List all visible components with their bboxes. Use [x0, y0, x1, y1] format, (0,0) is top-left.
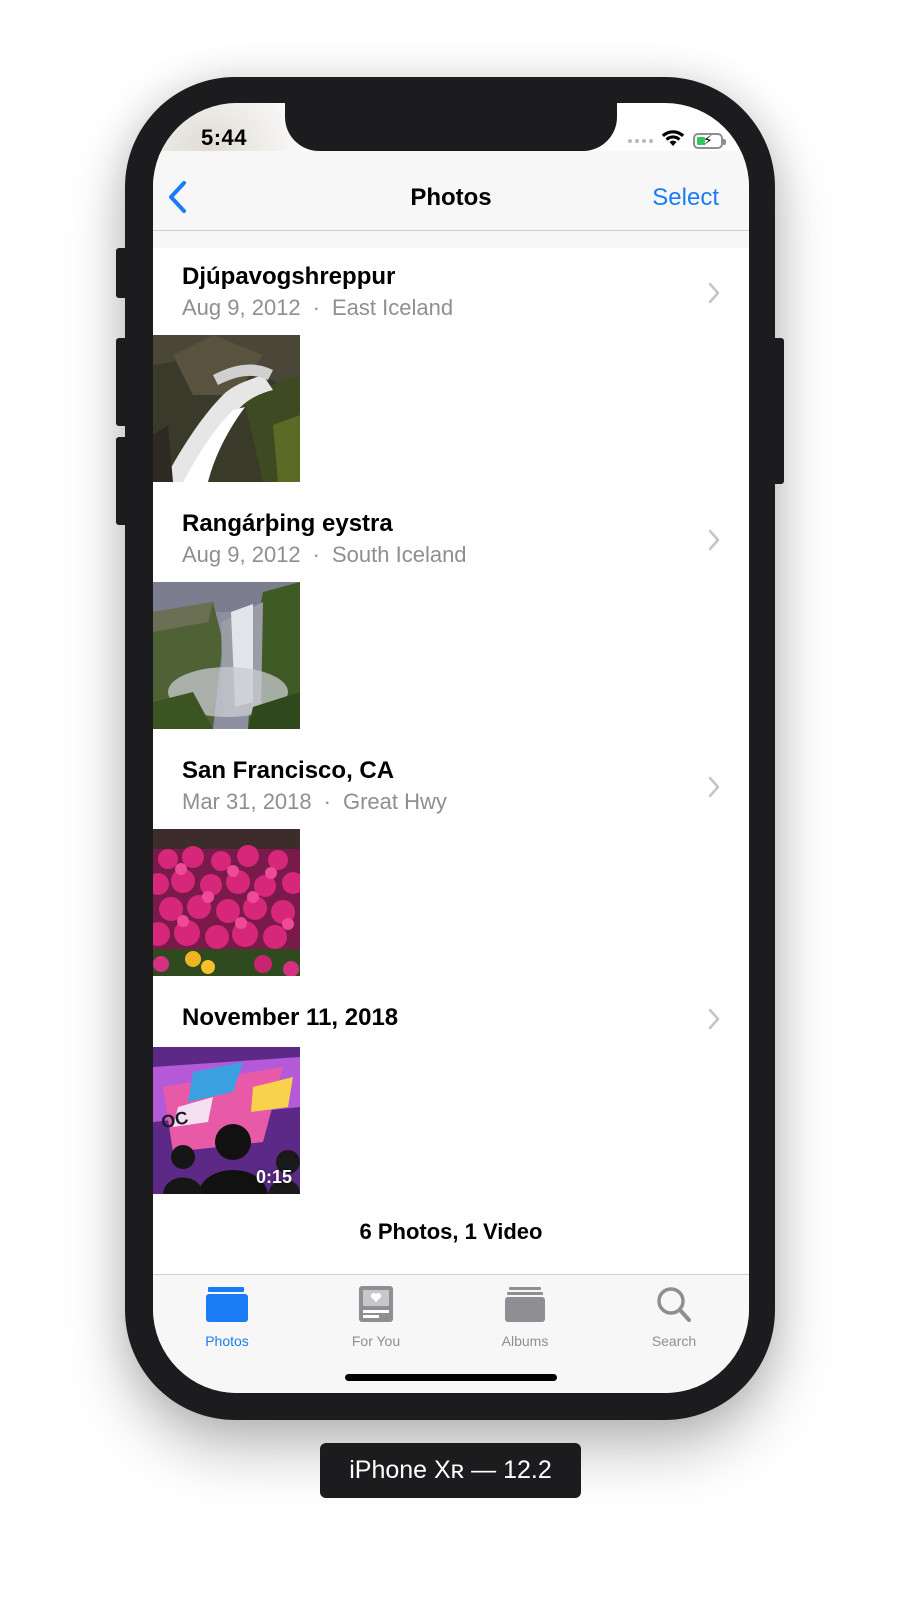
- tab-search[interactable]: Search: [614, 1285, 734, 1349]
- moment-subtitle: Mar 31, 2018 · Great Hwy: [182, 789, 447, 815]
- moment-section[interactable]: San Francisco, CA Mar 31, 2018 · Great Hwy: [153, 742, 749, 977]
- moment-subtitle: Aug 9, 2012 · South Iceland: [182, 542, 467, 568]
- volume-up-button: [116, 338, 128, 426]
- notch: [285, 103, 617, 151]
- power-button: [772, 338, 784, 484]
- search-icon: [652, 1285, 696, 1325]
- photo-thumbnail[interactable]: [153, 582, 300, 729]
- separator: ·: [312, 542, 320, 567]
- tab-label: Photos: [205, 1333, 249, 1349]
- separator: ·: [312, 295, 320, 320]
- photos-icon: [205, 1285, 249, 1325]
- status-time: 5:44: [201, 125, 248, 150]
- chevron-right-icon: [707, 776, 721, 798]
- chevron-right-icon: [707, 529, 721, 551]
- moment-title: Rangárþing eystra: [182, 510, 393, 537]
- moment-section[interactable]: Djúpavogshreppur Aug 9, 2012 · East Icelan…: [153, 248, 749, 483]
- tab-label: Albums: [501, 1333, 549, 1349]
- screen: 5:44 ⚡ Photos Select Djúpavogshreppur Au…: [153, 103, 749, 1393]
- moment-location: South Iceland: [332, 542, 467, 567]
- tab-albums[interactable]: Albums: [465, 1285, 585, 1349]
- photo-thumbnail[interactable]: [153, 829, 300, 976]
- mute-switch: [116, 248, 128, 298]
- device-label: iPhone Xʀ — 12.2: [320, 1443, 581, 1498]
- moment-section[interactable]: November 11, 2018 OC 0:15: [153, 989, 749, 1199]
- moment-date: Aug 9, 2012: [182, 295, 301, 320]
- moment-subtitle: Aug 9, 2012 · East Iceland: [182, 295, 453, 321]
- volume-down-button: [116, 437, 128, 525]
- battery-charging-icon: ⚡: [693, 132, 726, 149]
- moment-location: East Iceland: [332, 295, 454, 320]
- video-duration: 0:15: [255, 1167, 292, 1187]
- moment-title: November 11, 2018: [182, 1004, 399, 1031]
- scrolled-content-edge: [153, 231, 749, 248]
- tab-photos[interactable]: Photos: [167, 1285, 287, 1349]
- separator: ·: [323, 789, 331, 814]
- video-thumbnail[interactable]: OC 0:15: [153, 1047, 300, 1194]
- cellular-signal-icon: [628, 138, 653, 143]
- library-summary: 6 Photos, 1 Video: [359, 1219, 543, 1244]
- home-indicator[interactable]: [345, 1374, 557, 1381]
- moment-title: Djúpavogshreppur: [182, 263, 396, 290]
- navigation-bar: Photos Select: [153, 151, 749, 231]
- for-you-icon: [354, 1285, 398, 1325]
- moment-section[interactable]: Rangárþing eystra Aug 9, 2012 · South Icel…: [153, 495, 749, 730]
- albums-icon: [503, 1285, 547, 1325]
- tab-label: For You: [351, 1333, 401, 1349]
- tab-label: Search: [651, 1333, 697, 1349]
- moment-date: Mar 31, 2018: [182, 789, 312, 814]
- status-icons: ⚡: [628, 129, 726, 152]
- moment-date: Aug 9, 2012: [182, 542, 301, 567]
- tab-for-you[interactable]: For You: [316, 1285, 436, 1349]
- select-button[interactable]: Select: [652, 184, 719, 212]
- moment-title: San Francisco, CA: [182, 757, 395, 784]
- wifi-icon: [661, 129, 685, 152]
- chevron-right-icon: [707, 282, 721, 304]
- moment-location: Great Hwy: [342, 789, 447, 814]
- chevron-right-icon: [707, 1008, 721, 1030]
- photo-thumbnail[interactable]: [153, 335, 300, 482]
